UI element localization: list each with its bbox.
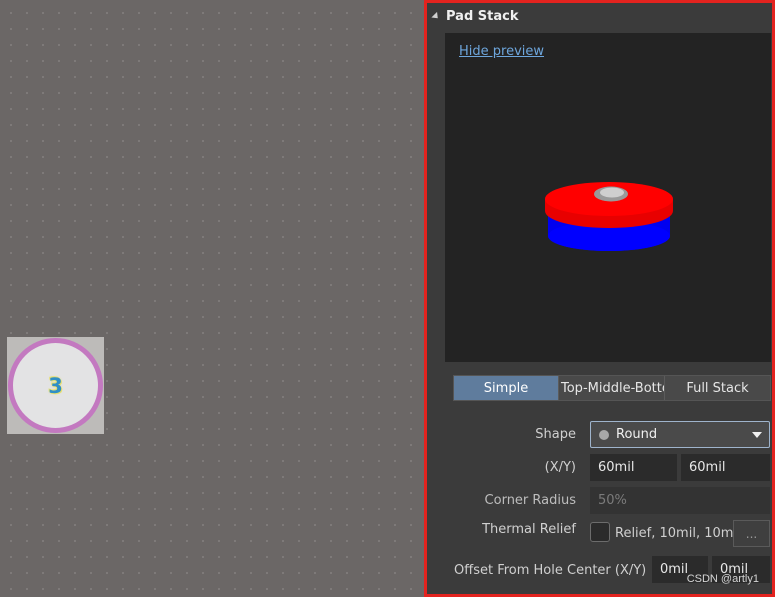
pad-stack-mode-tabs: Simple Top-Middle-Botto Full Stack	[453, 375, 771, 401]
size-xy-label: (X/Y)	[544, 460, 576, 475]
triangle-down-icon[interactable]	[431, 11, 441, 21]
tab-simple[interactable]: Simple	[454, 376, 559, 400]
offset-label: Offset From Hole Center (X/Y)	[454, 563, 647, 578]
size-x-input[interactable]: 60mil	[590, 454, 677, 481]
pad-ring[interactable]: 3	[8, 338, 103, 433]
shape-select[interactable]: Round	[590, 421, 770, 448]
shape-label: Shape	[535, 427, 576, 442]
shape-value: Round	[616, 427, 658, 442]
hide-preview-link[interactable]: Hide preview	[459, 44, 544, 59]
thermal-relief-checkbox[interactable]	[590, 522, 610, 542]
pad-3d-preview[interactable]: Hide preview	[445, 33, 771, 362]
corner-radius-input: 50%	[590, 487, 770, 514]
pad-stack-header[interactable]: Pad Stack	[429, 4, 775, 28]
corner-radius-label: Corner Radius	[484, 493, 576, 508]
pad-3d-model	[545, 182, 673, 251]
tab-full-stack[interactable]: Full Stack	[665, 376, 770, 400]
thermal-relief-more-button[interactable]: ...	[733, 520, 770, 547]
chevron-down-icon[interactable]	[752, 432, 762, 438]
size-y-input[interactable]: 60mil	[681, 454, 770, 481]
tab-top-middle-bottom[interactable]: Top-Middle-Botto	[559, 376, 665, 400]
pcb-canvas[interactable]: 3	[0, 0, 424, 597]
pad-selection-box[interactable]: 3	[7, 337, 104, 434]
pad-stack-title: Pad Stack	[446, 8, 519, 24]
round-shape-icon	[599, 429, 609, 440]
pad-hole: 3	[13, 343, 98, 428]
properties-panel: Pad Stack Hide preview Simple Top-Middle…	[424, 0, 775, 597]
thermal-relief-value: Relief, 10mil, 10mil,	[615, 526, 745, 541]
pad-designator: 3	[48, 373, 63, 398]
thermal-relief-label: Thermal Relief	[482, 522, 576, 537]
watermark: CSDN @artly1	[686, 573, 759, 585]
